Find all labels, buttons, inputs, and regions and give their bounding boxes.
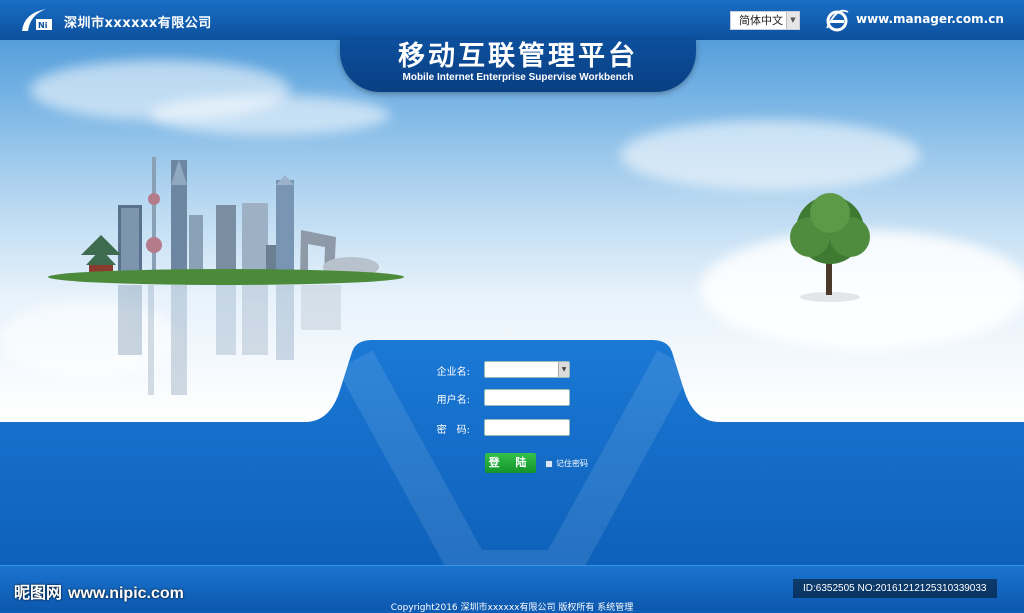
language-select-value: 简体中文 bbox=[739, 14, 783, 27]
svg-text:Ni: Ni bbox=[38, 21, 48, 30]
watermark-site-url: www.nipic.com bbox=[68, 585, 184, 602]
cloud bbox=[150, 95, 390, 135]
watermark-image-id: ID:6352505 NO:20161212125310339033 bbox=[793, 579, 997, 598]
watermark-site: 昵图网 www.nipic.com bbox=[14, 579, 184, 603]
login-button[interactable]: 登 陆 bbox=[485, 453, 536, 473]
company-name: 深圳市xxxxxx有限公司 bbox=[64, 16, 212, 31]
chevron-down-icon[interactable]: ▼ bbox=[558, 362, 569, 377]
internet-explorer-icon bbox=[826, 9, 849, 32]
company-logo-icon: Ni bbox=[22, 9, 52, 31]
enterprise-select[interactable]: ▼ bbox=[484, 361, 570, 378]
cloud bbox=[620, 120, 920, 190]
password-field[interactable] bbox=[484, 419, 570, 436]
watermark-site-name: 昵图网 bbox=[14, 583, 63, 602]
username-label: 用户名: bbox=[436, 395, 470, 406]
site-url[interactable]: www.manager.com.cn bbox=[856, 12, 1004, 26]
platform-subtitle: Mobile Internet Enterprise Supervise Wor… bbox=[402, 72, 634, 83]
remember-password-checkbox[interactable] bbox=[545, 460, 553, 468]
chevron-down-icon[interactable]: ▼ bbox=[786, 12, 799, 29]
password-label: 密 码: bbox=[436, 425, 470, 436]
platform-title: 移动互联管理平台 bbox=[398, 41, 638, 72]
remember-password-label[interactable]: 记住密码 bbox=[556, 458, 588, 469]
username-field[interactable] bbox=[484, 389, 570, 406]
tree-image bbox=[790, 193, 870, 302]
enterprise-label: 企业名: bbox=[436, 367, 470, 378]
platform-title-tab: 移动互联管理平台 Mobile Internet Enterprise Supe… bbox=[340, 40, 696, 92]
language-select[interactable]: 简体中文 ▼ bbox=[730, 11, 800, 30]
